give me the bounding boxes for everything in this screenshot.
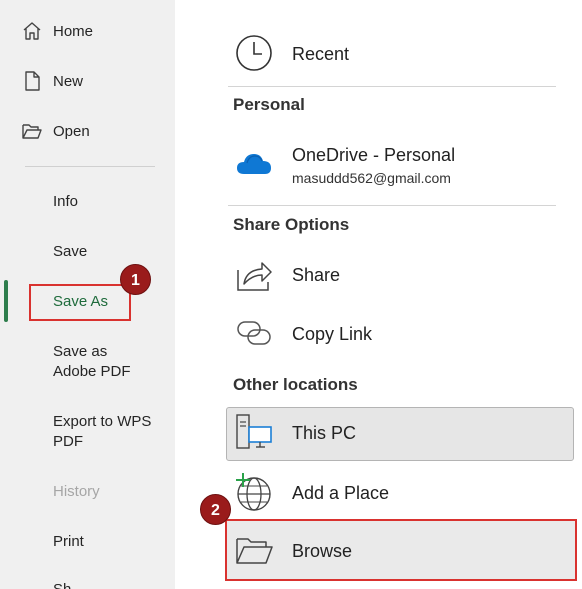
step-badge-1: 1 (120, 264, 151, 295)
sidebar-item-label: Save as Adobe PDF (53, 343, 131, 380)
this-pc-item[interactable]: This PC (226, 412, 574, 456)
this-pc-label: This PC (292, 423, 357, 443)
section-heading-personal: Personal (233, 95, 305, 114)
highlight-save-as (29, 284, 131, 321)
highlight-browse (225, 519, 577, 581)
copy-link-label: Copy Link (292, 324, 373, 344)
share-item[interactable]: Share (226, 254, 574, 298)
folder-open-icon (20, 119, 44, 143)
sidebar-item-label: Save (53, 243, 88, 260)
onedrive-personal-item[interactable]: OneDrive - Personal masuddd562@gmail.com (226, 140, 574, 190)
onedrive-label: OneDrive - Personal (292, 145, 456, 165)
sidebar-item-label: Export to WPS PDF (53, 413, 152, 450)
section-heading-share-options: Share Options (233, 215, 350, 234)
sidebar-item-label: Sh (53, 580, 71, 589)
recent-item[interactable]: Recent (226, 33, 574, 77)
sidebar-divider (25, 166, 155, 167)
home-icon (20, 19, 44, 43)
sidebar-item-label: Home (53, 23, 94, 40)
sidebar-item-label: History (53, 483, 100, 500)
onedrive-cloud-icon (234, 144, 274, 184)
section-heading-other-locations: Other locations (233, 375, 358, 394)
clock-icon (234, 33, 274, 73)
sidebar-item-label: Open (53, 123, 90, 140)
globe-add-icon (234, 472, 274, 512)
active-indicator (4, 280, 8, 322)
sidebar-item-label: Info (53, 193, 79, 210)
share-label: Share (292, 265, 341, 285)
onedrive-email: masuddd562@gmail.com (292, 170, 451, 186)
link-icon (234, 313, 274, 353)
add-a-place-label: Add a Place (292, 483, 390, 503)
divider (228, 86, 556, 87)
divider (228, 205, 556, 206)
sidebar-item-label: Print (53, 533, 84, 550)
computer-icon (234, 412, 274, 452)
share-arrow-icon (234, 254, 274, 294)
step-badge-2: 2 (200, 494, 231, 525)
copy-link-item[interactable]: Copy Link (226, 313, 574, 357)
recent-label: Recent (292, 44, 350, 64)
add-a-place-item[interactable]: Add a Place (226, 472, 574, 516)
new-document-icon (20, 69, 44, 93)
sidebar-item-label: New (53, 73, 84, 90)
